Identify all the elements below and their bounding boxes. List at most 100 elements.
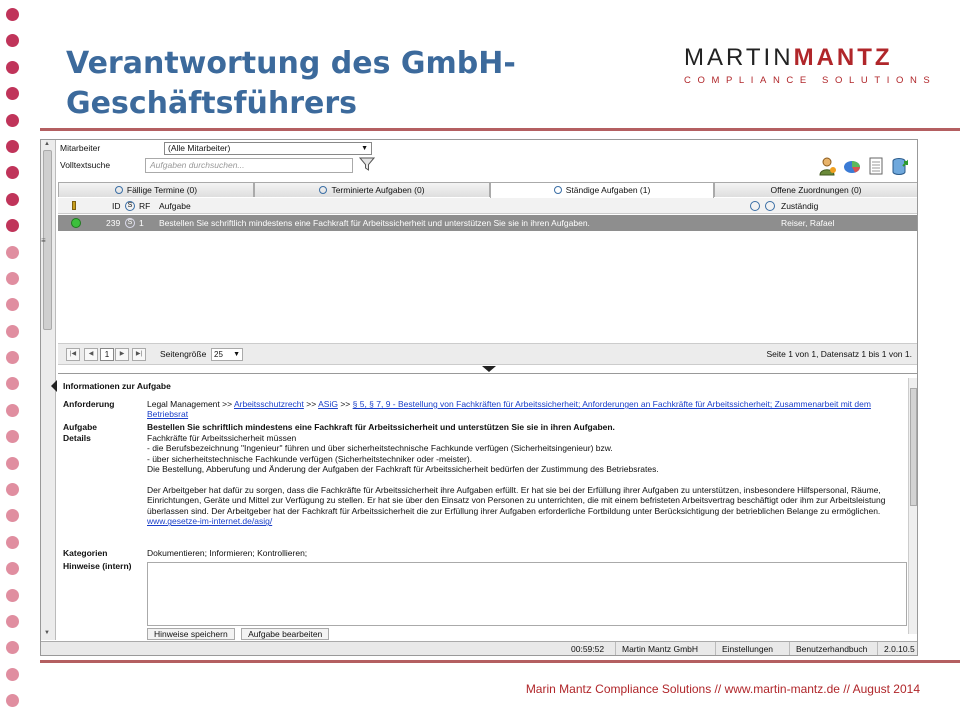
decorative-dot <box>6 667 19 681</box>
bottom-divider <box>40 660 960 663</box>
decorative-dot <box>6 192 19 206</box>
clock-icon <box>319 186 328 194</box>
status-time: 00:59:52 <box>571 644 605 654</box>
decorative-dot <box>6 403 19 417</box>
employee-select[interactable]: (Alle Mitarbeiter) ▼ <box>164 142 372 155</box>
details-line: - über sicherheitstechnische Fachkunde v… <box>147 453 473 464</box>
requirement-prefix: Legal Management >> <box>147 399 233 409</box>
link-arbeitsschutzrecht[interactable]: Arbeitsschutzrecht <box>234 399 304 409</box>
column-id[interactable]: ID <box>112 198 121 214</box>
tab-label: Offene Zuordnungen (0) <box>770 185 862 195</box>
database-export-icon[interactable] <box>891 156 909 176</box>
requirement-value: Legal Management >> Arbeitsschutzrecht >… <box>147 399 909 420</box>
decorative-dot <box>6 430 19 444</box>
search-input[interactable]: Aufgaben durchsuchen... <box>145 158 353 173</box>
decorative-dot <box>6 509 19 523</box>
collapse-down-icon[interactable] <box>482 366 496 372</box>
target-icon <box>750 201 760 211</box>
clock-icon <box>553 186 562 194</box>
tab-scheduled-tasks[interactable]: Terminierte Aufgaben (0) <box>254 182 490 197</box>
status-version: 2.0.10.5 <box>877 642 915 655</box>
save-notes-button[interactable]: Hinweise speichern <box>147 628 235 640</box>
tab-open-assignments[interactable]: Offene Zuordnungen (0) <box>714 182 917 197</box>
settings-link[interactable]: Einstellungen <box>715 642 773 655</box>
tab-due-dates[interactable]: Fällige Termine (0) <box>58 182 254 197</box>
column-task[interactable]: Aufgabe <box>159 198 191 214</box>
pager: |◀ ◀ 1 ▶ ▶| Seitengröße 25 ▼ Seite 1 von … <box>58 343 917 365</box>
manual-link[interactable]: Benutzerhandbuch <box>789 642 867 655</box>
panel-splitter[interactable] <box>58 366 917 374</box>
toolbar <box>819 156 909 176</box>
user-icon[interactable] <box>819 156 837 176</box>
decorative-dot <box>6 535 19 549</box>
logo-word-mantz: MANTZ <box>793 44 893 71</box>
decorative-dot <box>6 34 19 48</box>
notepad-icon[interactable] <box>867 156 885 176</box>
prev-page-icon[interactable]: ◀ <box>84 348 98 361</box>
task-details-panel: Informationen zur Aufgabe Anforderung Le… <box>58 376 910 640</box>
last-page-icon[interactable]: ▶| <box>132 348 146 361</box>
row-id: 239 <box>106 218 121 228</box>
table-row[interactable]: 239 S 1 Bestellen Sie schriftlich mindes… <box>58 215 917 231</box>
chart-globe-icon[interactable] <box>843 156 861 176</box>
details-line: Fachkräfte für Arbeitssicherheit müssen <box>147 433 297 443</box>
logo-wordmark: MARTINMANTZ <box>684 46 924 70</box>
decorative-dot <box>6 271 19 285</box>
scrollbar-thumb[interactable] <box>910 388 917 506</box>
status-bar: 00:59:52 Martin Mantz GmbH Einstellungen… <box>41 641 917 655</box>
link-asig[interactable]: ASiG <box>318 399 338 409</box>
details-label: Details <box>63 433 91 443</box>
details-scrollbar[interactable] <box>908 378 917 634</box>
decorative-dot <box>6 166 19 180</box>
edit-task-button[interactable]: Aufgabe bearbeiten <box>241 628 330 640</box>
clock-icon <box>114 186 123 194</box>
collapse-left-icon[interactable] <box>51 380 57 392</box>
page-number-input[interactable]: 1 <box>100 348 114 361</box>
page-size-select[interactable]: 25 ▼ <box>211 348 243 361</box>
law-link[interactable]: www.gesetze-im-internet.de/asig/ <box>147 516 909 526</box>
status-green-icon <box>71 218 81 228</box>
details-paragraph: Der Arbeitgeber hat dafür zu sorgen, das… <box>147 485 886 516</box>
details-buttons: Hinweise speichern Aufgabe bearbeiten <box>147 628 333 640</box>
info-circle-icon: S <box>125 201 135 211</box>
pager-info: Seite 1 von 1, Datensatz 1 bis 1 von 1. <box>766 349 912 359</box>
decorative-dot <box>6 377 19 391</box>
column-rf[interactable]: RF <box>139 198 150 214</box>
decorative-dot <box>6 614 19 628</box>
next-page-icon[interactable]: ▶ <box>115 348 129 361</box>
details-line: - die Berufsbezeichnung "Ingenieur" führ… <box>147 443 613 454</box>
categories-value: Dokumentieren; Informieren; Kontrolliere… <box>147 548 308 558</box>
grip-icon: ≡ <box>41 236 46 245</box>
decorative-dot <box>6 694 19 708</box>
scroll-down-icon[interactable]: ▼ <box>44 630 50 636</box>
decorative-dot <box>6 219 19 233</box>
notes-textarea[interactable] <box>147 562 907 626</box>
notes-label: Hinweise (intern) <box>63 561 132 571</box>
grid-header: ID S RF Aufgabe Zuständig <box>58 198 917 214</box>
slide-footer: Marin Mantz Compliance Solutions // www.… <box>525 682 920 696</box>
tab-permanent-tasks[interactable]: Ständige Aufgaben (1) <box>490 182 714 198</box>
decorative-dot <box>6 562 19 576</box>
decorative-dot <box>6 298 19 312</box>
scroll-up-icon[interactable]: ▲ <box>44 141 50 147</box>
employee-label: Mitarbeiter <box>60 143 101 153</box>
slide-title: Verantwortung des GmbH-Geschäftsführers <box>66 46 516 121</box>
info-circle-icon: S <box>125 218 135 228</box>
dropdown-arrow-icon: ▼ <box>361 145 368 152</box>
breadcrumb-separator: >> <box>340 399 351 409</box>
details-title: Informationen zur Aufgabe <box>63 381 171 391</box>
column-responsible[interactable]: Zuständig <box>781 198 818 214</box>
employee-select-value: (Alle Mitarbeiter) <box>168 143 231 153</box>
logo-subtitle: COMPLIANCE SOLUTIONS <box>684 75 937 86</box>
logo-word-martin: MARTIN <box>684 44 794 71</box>
company-logo: MARTINMANTZ COMPLIANCE SOLUTIONS <box>684 46 937 87</box>
task-label: Aufgabe <box>63 422 97 432</box>
decorative-dot <box>6 245 19 259</box>
filter-funnel-icon[interactable] <box>359 156 375 172</box>
tab-label: Ständige Aufgaben (1) <box>565 185 651 195</box>
decorative-dot <box>6 588 19 602</box>
dropdown-arrow-icon: ▼ <box>233 351 240 358</box>
first-page-icon[interactable]: |◀ <box>66 348 80 361</box>
decorative-dot <box>6 139 19 153</box>
